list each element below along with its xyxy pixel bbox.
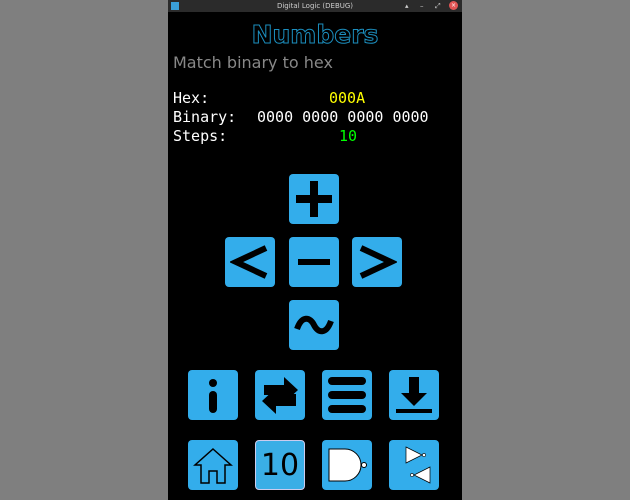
swap-arrows-icon [262, 377, 298, 414]
binary-value: 0000 0000 0000 0000 [257, 108, 429, 126]
less-than-icon [230, 245, 268, 279]
window-title: Digital Logic (DEBUG) [276, 2, 354, 10]
shift-left-button[interactable] [225, 237, 275, 287]
home-icon [193, 447, 233, 484]
minus-icon [298, 259, 330, 265]
title-bar: Digital Logic (DEBUG) ▴ – ⤢ × [168, 0, 462, 12]
shift-right-button[interactable] [352, 237, 402, 287]
download-button[interactable] [389, 370, 439, 420]
swap-button[interactable] [255, 370, 305, 420]
logic-gate-button[interactable] [322, 440, 372, 490]
app-icon [171, 2, 179, 10]
binary-label: Binary: [173, 108, 237, 126]
plus-icon [296, 181, 332, 217]
steps-value: 10 [339, 127, 358, 145]
keep-above-icon[interactable]: ▴ [405, 2, 409, 10]
menu-icon [328, 377, 366, 413]
info-button[interactable] [188, 370, 238, 420]
invert-button[interactable] [289, 300, 339, 350]
decrement-button[interactable] [289, 237, 339, 287]
page-title: Numbers [251, 20, 379, 50]
menu-button[interactable] [322, 370, 372, 420]
buffer-button[interactable] [389, 440, 439, 490]
hex-label: Hex: [173, 89, 210, 107]
base-button[interactable]: 10 [255, 440, 305, 490]
nand-gate-icon [328, 448, 367, 482]
increment-button[interactable] [289, 174, 339, 224]
info-icon [209, 379, 217, 413]
maximize-icon[interactable]: ⤢ [435, 2, 441, 10]
page-subtitle: Match binary to hex [173, 53, 333, 72]
close-icon[interactable]: × [449, 1, 458, 10]
steps-label: Steps: [173, 127, 228, 145]
home-button[interactable] [188, 440, 238, 490]
hex-value: 000A [329, 89, 366, 107]
download-icon [396, 377, 432, 413]
tilde-icon [294, 315, 334, 335]
minimize-icon[interactable]: – [420, 2, 424, 10]
greater-than-icon [359, 245, 397, 279]
inverter-gates-icon [405, 446, 431, 484]
app-window: Digital Logic (DEBUG) ▴ – ⤢ × Numbers Ma… [168, 0, 462, 500]
